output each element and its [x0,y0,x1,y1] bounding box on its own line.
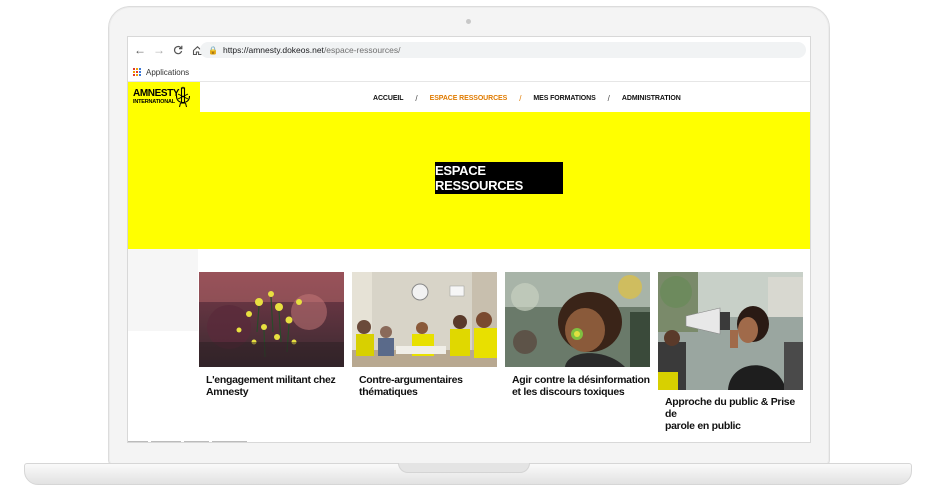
laptop-base-notch [398,463,530,473]
nav-mes-formations[interactable]: MES FORMATIONS [533,95,595,102]
nav-espace-ressources[interactable]: ESPACE RESSOURCES [430,95,508,102]
back-arrow-icon[interactable]: ← [132,42,148,58]
nav-separator: / [607,93,610,103]
resource-card-prise-de-parole[interactable]: Approche du public & Prise de parole en … [658,272,803,432]
resource-card-contre-argumentaires[interactable]: Contre-argumentaires thématiques [352,272,497,402]
bookmarks-bar: Applications [128,63,810,82]
page-title: ESPACE RESSOURCES [435,162,563,194]
card-title: Contre-argumentaires thématiques [359,374,463,398]
browser-toolbar: ← → 🔒 https://amnesty.dokeos.net/espace-… [128,37,810,63]
card-title-line: thématiques [359,386,418,398]
card-title-line: Contre-argumentaires [359,374,463,386]
nav-administration[interactable]: ADMINISTRATION [622,95,681,102]
card-title-line: Amnesty [206,386,249,398]
card-title-line: Approche du public & Prise de [665,396,795,420]
card-title-line: Agir contre la désinformation [512,374,650,386]
card-image-contre-argumentaires [352,272,497,367]
resource-cards-area: L'engagement militant chez Amnesty Contr… [128,249,810,442]
nav-separator: / [415,93,418,103]
side-block [128,249,198,331]
site-header: AMNESTY INTERNATIONAL ACCUEIL / ESPACE R… [128,82,810,112]
resource-card-desinformation[interactable]: Agir contre la désinformation et les dis… [505,272,650,402]
card-title-line: L'engagement militant chez [206,374,336,386]
laptop-screen: ← → 🔒 https://amnesty.dokeos.net/espace-… [127,36,811,443]
card-image-engagement [199,272,344,367]
address-bar[interactable]: 🔒 https://amnesty.dokeos.net/espace-ress… [200,42,806,58]
logo-text-line1: AMNESTY [133,88,180,99]
bookmark-applications[interactable]: Applications [146,68,189,77]
apps-grid-icon[interactable] [133,68,141,76]
webcam [466,19,471,24]
forward-arrow-icon[interactable]: → [151,42,167,58]
logo-text-line2: INTERNATIONAL [133,99,175,105]
nav-accueil[interactable]: ACCUEIL [373,95,404,102]
amnesty-logo[interactable]: AMNESTY INTERNATIONAL [128,82,200,112]
url-path: /espace-ressources/ [323,45,401,55]
lock-icon: 🔒 [208,45,218,55]
card-title: Approche du public & Prise de parole en … [665,396,803,432]
card-image-desinformation [505,272,650,367]
card-title-line: parole en public [665,420,741,432]
reload-icon[interactable] [170,42,186,58]
resource-card-engagement[interactable]: L'engagement militant chez Amnesty [199,272,344,402]
main-navigation: ACCUEIL / ESPACE RESSOURCES / MES FORMAT… [373,93,681,103]
card-title-line: et les discours toxiques [512,386,625,398]
card-title: L'engagement militant chez Amnesty [206,374,336,398]
nav-separator: / [519,93,522,103]
hero-banner: ESPACE RESSOURCES [128,112,810,249]
amnesty-candle-icon [175,86,191,108]
url-host: https://amnesty.dokeos.net [222,45,324,55]
card-image-prise-de-parole [658,272,803,390]
status-bar-hint [128,429,268,442]
card-title: Agir contre la désinformation et les dis… [512,374,650,398]
